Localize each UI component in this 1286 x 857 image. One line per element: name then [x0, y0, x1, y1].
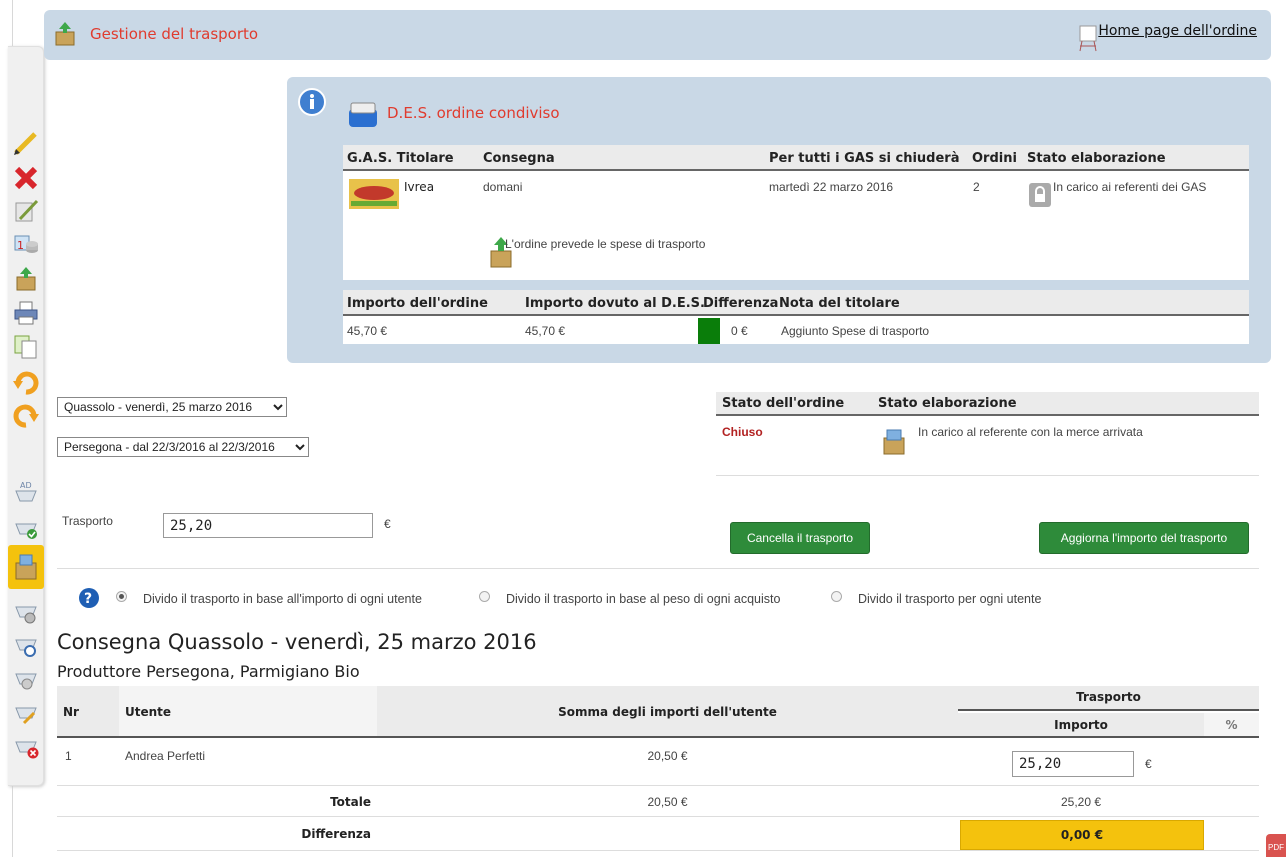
- cart-box-active-icon[interactable]: [8, 545, 44, 589]
- svg-text:?: ?: [84, 591, 92, 607]
- split-per-user-label: Divido il trasporto per ogni utente: [858, 592, 1042, 606]
- col-nota-titolare: Nota del titolare: [779, 296, 900, 311]
- split-by-amount-label: Divido il trasporto in base all'importo …: [143, 592, 422, 606]
- edit-pencil-icon[interactable]: [12, 129, 40, 157]
- transport-currency: €: [384, 517, 391, 531]
- divider: [57, 568, 1259, 569]
- col-nr: Nr: [63, 705, 79, 719]
- edit-note-icon[interactable]: [12, 197, 40, 225]
- order-elaboration-value: In carico al referente con la merce arri…: [918, 425, 1143, 439]
- transport-amount-input[interactable]: [163, 513, 373, 538]
- section-title: Consegna Quassolo - venerdì, 25 marzo 20…: [57, 630, 537, 654]
- stato-elaborazione-value: In carico ai referenti dei GAS: [1053, 180, 1207, 194]
- redo-arrow-icon[interactable]: [12, 402, 40, 430]
- consegna-value: domani: [483, 180, 523, 194]
- split-by-weight-label: Divido il trasporto in base al peso di o…: [506, 592, 781, 606]
- merchandise-arrived-icon: [882, 426, 906, 459]
- totale-somma: 20,50 €: [647, 795, 688, 809]
- transport-box-icon: [52, 21, 78, 50]
- transport-label: Trasporto: [62, 514, 113, 528]
- col-consegna: Consegna: [483, 151, 555, 166]
- user-transport-input[interactable]: [1012, 751, 1134, 777]
- cart-delete-icon[interactable]: [12, 732, 40, 760]
- importo-ordine-value: 45,70 €: [347, 324, 388, 338]
- svg-text:1: 1: [17, 239, 24, 252]
- cart-gear-icon[interactable]: [12, 597, 40, 625]
- col-importo: Importo: [1054, 718, 1108, 732]
- differenza-status-swatch: [698, 318, 720, 344]
- col-somma: Somma degli importi dell'utente: [558, 705, 777, 719]
- col-differenza: Differenza: [703, 296, 779, 311]
- printer-icon[interactable]: [12, 299, 40, 327]
- importo-dovuto-value: 45,70 €: [525, 324, 566, 338]
- totale-label: Totale: [330, 795, 371, 809]
- des-amount-table: Importo dell'ordine Importo dovuto al D.…: [343, 290, 1249, 344]
- col-trasporto: Trasporto: [1076, 690, 1141, 704]
- differenza-label: Differenza: [301, 827, 371, 841]
- consegna-select[interactable]: Quassolo - venerdì, 25 marzo 2016: [57, 397, 287, 417]
- cart-check-icon[interactable]: [12, 512, 40, 540]
- transport-distribution-table: Nr Utente Somma degli importi dell'utent…: [57, 686, 1259, 857]
- differenza-value: 0,00 €: [1060, 828, 1104, 842]
- row-nr: 1: [65, 749, 72, 763]
- col-importo-ordine: Importo dell'ordine: [347, 296, 488, 311]
- col-utente: Utente: [125, 705, 172, 719]
- col-ordini: Ordini: [972, 151, 1017, 166]
- svg-text:AD: AD: [20, 481, 32, 490]
- copy-docs-icon[interactable]: [12, 333, 40, 361]
- cart-wrench-icon[interactable]: [12, 698, 40, 726]
- col-stato-ordine: Stato dell'ordine: [722, 396, 845, 411]
- gas-name: Ivrea: [404, 180, 435, 194]
- des-shared-order-panel: D.E.S. ordine condiviso G.A.S. Titolare …: [287, 77, 1271, 363]
- pdf-tab[interactable]: PDF: [1266, 834, 1286, 857]
- col-stato-elaborazione: Stato elaborazione: [1027, 151, 1166, 166]
- info-icon: [297, 87, 327, 120]
- col-stato-elaborazione: Stato elaborazione: [878, 396, 1017, 411]
- cancel-transport-button[interactable]: Cancella il trasporto: [730, 522, 870, 554]
- order-status-value: Chiuso: [722, 425, 763, 439]
- row-utente: Andrea Perfetti: [125, 749, 206, 763]
- des-order-table: G.A.S. Titolare Consegna Per tutti i GAS…: [343, 145, 1249, 280]
- shared-box-icon: [347, 99, 381, 132]
- transport-box-icon[interactable]: [12, 265, 40, 293]
- page-title: Gestione del trasporto: [90, 25, 259, 43]
- calendar-db-icon[interactable]: 1: [12, 230, 40, 258]
- col-gas-titolare: G.A.S. Titolare: [347, 151, 454, 166]
- produttore-select[interactable]: Persegona - dal 22/3/2016 al 22/3/2016: [57, 437, 309, 457]
- differenza-value: 0 €: [731, 324, 748, 338]
- row-somma: 20,50 €: [647, 749, 688, 763]
- order-state-panel: Stato dell'ordine Stato elaborazione Chi…: [716, 392, 1259, 476]
- help-icon[interactable]: ?: [78, 587, 100, 612]
- undo-arrow-icon[interactable]: [12, 369, 40, 397]
- user-transport-currency: €: [1145, 757, 1152, 771]
- split-by-amount-radio[interactable]: [116, 591, 127, 602]
- home-page-link[interactable]: Home page dell'ordine: [1098, 23, 1257, 39]
- tool-rail: 1 AD: [8, 46, 44, 786]
- chiusura-value: martedì 22 marzo 2016: [769, 180, 894, 194]
- section-subtitle: Produttore Persegona, Parmigiano Bio: [57, 662, 360, 681]
- split-per-user-radio[interactable]: [831, 591, 842, 602]
- page-header: Gestione del trasporto Home page dell'or…: [44, 10, 1271, 60]
- delete-x-icon[interactable]: [12, 164, 40, 192]
- des-title: D.E.S. ordine condiviso: [387, 104, 560, 122]
- cart-icon[interactable]: AD: [12, 477, 40, 505]
- update-transport-button[interactable]: Aggiorna l'importo del trasporto: [1039, 522, 1249, 554]
- ordini-value: 2: [973, 180, 980, 194]
- cart-settings-icon[interactable]: [12, 664, 40, 692]
- totale-trasporto: 25,20 €: [1060, 795, 1102, 809]
- gas-ivrea-logo: [349, 179, 399, 209]
- col-percent: %: [1225, 718, 1238, 732]
- transport-note: L'ordine prevede le spese di trasporto: [505, 237, 706, 251]
- lock-icon: [1029, 183, 1051, 210]
- split-by-weight-radio[interactable]: [479, 591, 490, 602]
- col-chiusura: Per tutti i GAS si chiuderà: [769, 151, 960, 166]
- cart-clock-icon[interactable]: [12, 630, 40, 658]
- nota-titolare-value: Aggiunto Spese di trasporto: [781, 324, 930, 338]
- col-importo-dovuto: Importo dovuto al D.E.S.: [525, 296, 705, 311]
